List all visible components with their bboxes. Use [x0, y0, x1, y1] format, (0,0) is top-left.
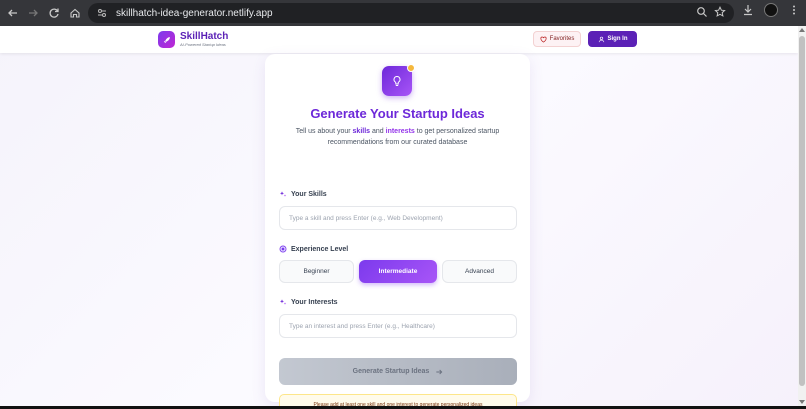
level-beginner-button[interactable]: Beginner — [279, 260, 354, 283]
skills-label-text: Your Skills — [291, 190, 327, 198]
page-subtitle: Tell us about your skills and interests … — [287, 126, 508, 148]
experience-label-text: Experience Level — [291, 245, 349, 253]
interests-label-text: Your Interests — [291, 298, 338, 306]
sparkles-icon — [280, 299, 287, 305]
sign-in-label: Sign In — [607, 36, 628, 42]
back-button[interactable] — [2, 2, 24, 24]
page-viewport: SkillHatch AI-Powered Startup Ideas Favo… — [0, 26, 798, 406]
reload-button[interactable] — [43, 2, 65, 24]
idea-generator-card: Generate Your Startup Ideas Tell us abou… — [265, 54, 530, 406]
profile-avatar[interactable] — [764, 3, 778, 17]
brand-name: SkillHatch — [180, 31, 229, 42]
subtitle-and: and — [370, 128, 386, 135]
scrollbar-thumb[interactable] — [799, 36, 805, 386]
bookmark-star-icon[interactable] — [714, 6, 726, 18]
level-intermediate-button[interactable]: Intermediate — [359, 260, 437, 283]
page-title: Generate Your Startup Ideas — [310, 106, 485, 121]
experience-label: Experience Level — [279, 245, 348, 253]
back-arrow-icon — [8, 9, 17, 17]
scroll-up-arrow-icon[interactable] — [799, 28, 805, 32]
home-button[interactable] — [64, 2, 86, 24]
address-bar[interactable]: skillhatch-idea-generator.netlify.app — [88, 3, 734, 23]
sparkles-icon — [280, 191, 287, 197]
app-header: SkillHatch AI-Powered Startup Ideas Favo… — [0, 26, 798, 53]
favorites-label: Favorites — [549, 36, 575, 42]
skills-label: Your Skills — [279, 190, 327, 198]
forward-arrow-icon — [29, 9, 38, 17]
user-icon — [598, 36, 604, 42]
subtitle-pre: Tell us about your — [295, 128, 353, 135]
validation-notice: Please add at least one skill and one in… — [279, 394, 517, 406]
scroll-down-arrow-icon[interactable] — [799, 400, 805, 404]
browser-toolbar: skillhatch-idea-generator.netlify.app — [0, 0, 806, 26]
level-advanced-button[interactable]: Advanced — [442, 260, 517, 283]
page-scrollbar[interactable] — [798, 26, 806, 406]
rocket-icon[interactable] — [158, 31, 175, 48]
interests-label: Your Interests — [279, 298, 338, 306]
sign-in-button[interactable]: Sign In — [588, 31, 637, 47]
subtitle-skills: skills — [352, 128, 371, 135]
sparkle-badge-icon — [407, 64, 415, 72]
skills-input[interactable]: Type a skill and press Enter (e.g., Web … — [279, 206, 517, 230]
brand-tagline: AI-Powered Startup Ideas — [180, 42, 226, 47]
subtitle-interests: interests — [385, 128, 415, 135]
arrow-right-icon — [436, 369, 443, 374]
download-icon[interactable] — [742, 4, 754, 16]
target-icon — [279, 245, 287, 253]
url-text[interactable]: skillhatch-idea-generator.netlify.app — [116, 8, 273, 19]
generate-label: Generate Startup Ideas — [352, 368, 430, 375]
brand[interactable]: SkillHatch AI-Powered Startup Ideas — [180, 31, 228, 48]
home-icon — [70, 8, 80, 18]
site-settings-icon[interactable] — [96, 7, 108, 19]
favorites-button[interactable]: Favorites — [533, 31, 581, 47]
zoom-icon[interactable] — [696, 6, 708, 18]
reload-icon — [49, 8, 59, 18]
heart-icon — [540, 36, 547, 43]
forward-button[interactable] — [22, 2, 44, 24]
interests-input[interactable]: Type an interest and press Enter (e.g., … — [279, 314, 517, 338]
generate-ideas-button[interactable]: Generate Startup Ideas — [279, 358, 517, 385]
more-menu-icon[interactable] — [788, 4, 800, 16]
